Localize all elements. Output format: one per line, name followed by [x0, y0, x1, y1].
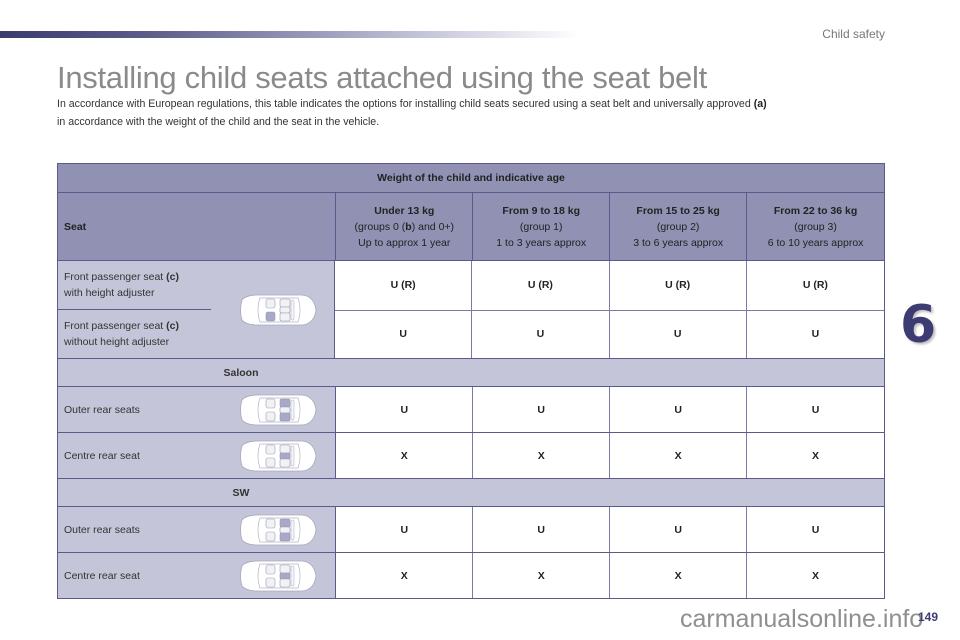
- column-group: (group 1): [519, 220, 563, 233]
- column-weight: From 22 to 36 kg: [773, 204, 858, 217]
- column-weight: Under 13 kg: [374, 204, 435, 217]
- watermark: carmanualsonline.info: [680, 605, 924, 633]
- column-weight: From 9 to 18 kg: [502, 204, 581, 217]
- group-header-saloon: Saloon: [58, 358, 884, 386]
- car-outer-rear-seats-icon: [236, 512, 318, 548]
- value-cell: U (R): [472, 261, 610, 310]
- seat-header: Seat: [58, 193, 337, 260]
- value-cell: X: [473, 553, 611, 598]
- table-row: U (R) U (R) U (R) U (R): [335, 261, 884, 310]
- group-header-sw: SW: [58, 478, 884, 506]
- row-divider: [58, 309, 211, 310]
- car-outer-rear-seats-icon: [236, 392, 318, 428]
- value-cell: U (R): [609, 261, 747, 310]
- table-row: Outer rear seats U U U U: [58, 506, 885, 552]
- column-weight: From 15 to 25 kg: [636, 204, 720, 217]
- front-seat-with-adjuster-label: Front passenger seat (c) with height adj…: [64, 271, 179, 299]
- chapter-number: 6: [900, 295, 937, 355]
- car-front-passenger-seat-icon: [236, 292, 318, 328]
- page-title: Installing child seats attached using th…: [57, 60, 707, 95]
- column-age: 1 to 3 years approx: [496, 236, 587, 249]
- front-seat-without-adjuster-label: Front passenger seat (c) without height …: [64, 320, 179, 348]
- column-header-row: Seat Under 13 kg (groups 0 (b) and 0+) U…: [58, 192, 884, 260]
- front-passenger-block: Front passenger seat (c) with height adj…: [58, 260, 884, 358]
- value-cell: X: [336, 553, 474, 598]
- intro-note: (a): [753, 98, 767, 110]
- value-cell: U: [473, 387, 611, 432]
- table-top-header: Weight of the child and indicative age: [58, 164, 884, 192]
- value-cell: U: [336, 507, 474, 552]
- column-header: From 22 to 36 kg (group 3) 6 to 10 years…: [747, 193, 884, 260]
- row-label: Centre rear seat: [64, 450, 140, 462]
- value-cell: U: [610, 507, 748, 552]
- value-cell: X: [610, 433, 748, 478]
- value-cell: U: [473, 507, 611, 552]
- value-cell: U: [336, 387, 474, 432]
- value-cell: U: [610, 387, 748, 432]
- group-label: SW: [232, 487, 250, 499]
- column-group: (group 2): [656, 220, 700, 233]
- column-age: 6 to 10 years approx: [767, 236, 864, 249]
- intro-text: In accordance with European regulations,…: [57, 95, 897, 131]
- row-label-cell: Centre rear seat: [58, 553, 337, 598]
- value-cell: U: [746, 310, 884, 358]
- column-age: Up to approx 1 year: [358, 236, 451, 249]
- value-cell: U: [747, 387, 885, 432]
- car-centre-rear-seat-icon: [236, 558, 318, 594]
- value-cell: X: [336, 433, 474, 478]
- row-label: Outer rear seats: [64, 524, 140, 536]
- intro-line2: in accordance with the weight of the chi…: [57, 116, 380, 128]
- row-label: Outer rear seats: [64, 404, 140, 416]
- row-label-cell: Outer rear seats: [58, 387, 337, 432]
- child-seat-table: Weight of the child and indicative age S…: [57, 163, 885, 599]
- table-row: Outer rear seats U U U U: [58, 386, 885, 432]
- value-cell: X: [473, 433, 611, 478]
- value-cell: X: [747, 553, 885, 598]
- row-label-cell: Outer rear seats: [58, 507, 337, 552]
- value-cell: U: [335, 310, 473, 358]
- intro-line1: In accordance with European regulations,…: [57, 98, 751, 110]
- table-row: Centre rear seat X X X X: [58, 432, 885, 478]
- table-row: Centre rear seat X X X X: [58, 552, 885, 598]
- row-label: Centre rear seat: [64, 570, 140, 582]
- row-label-cell: Centre rear seat: [58, 433, 337, 478]
- value-cell: U: [747, 507, 885, 552]
- header-gradient-bar: [0, 31, 580, 38]
- value-cell: U: [472, 310, 610, 358]
- page-number: 149: [918, 610, 939, 624]
- value-cell: X: [747, 433, 885, 478]
- column-header: Under 13 kg (groups 0 (b) and 0+) Up to …: [336, 193, 474, 260]
- column-header: From 9 to 18 kg (group 1) 1 to 3 years a…: [473, 193, 611, 260]
- car-centre-rear-seat-icon: [236, 438, 318, 474]
- value-cell: U: [609, 310, 747, 358]
- column-group: (groups 0 (b) and 0+): [354, 220, 455, 233]
- group-label: Saloon: [223, 367, 259, 379]
- front-passenger-labels: Front passenger seat (c) with height adj…: [58, 261, 335, 358]
- section-label: Child safety: [822, 27, 885, 41]
- table-row: U U U U: [335, 309, 884, 358]
- value-cell: U (R): [746, 261, 884, 310]
- value-cell: U (R): [335, 261, 473, 310]
- column-age: 3 to 6 years approx: [633, 236, 724, 249]
- value-cell: X: [610, 553, 748, 598]
- column-group: (group 3): [794, 220, 837, 233]
- column-header: From 15 to 25 kg (group 2) 3 to 6 years …: [610, 193, 748, 260]
